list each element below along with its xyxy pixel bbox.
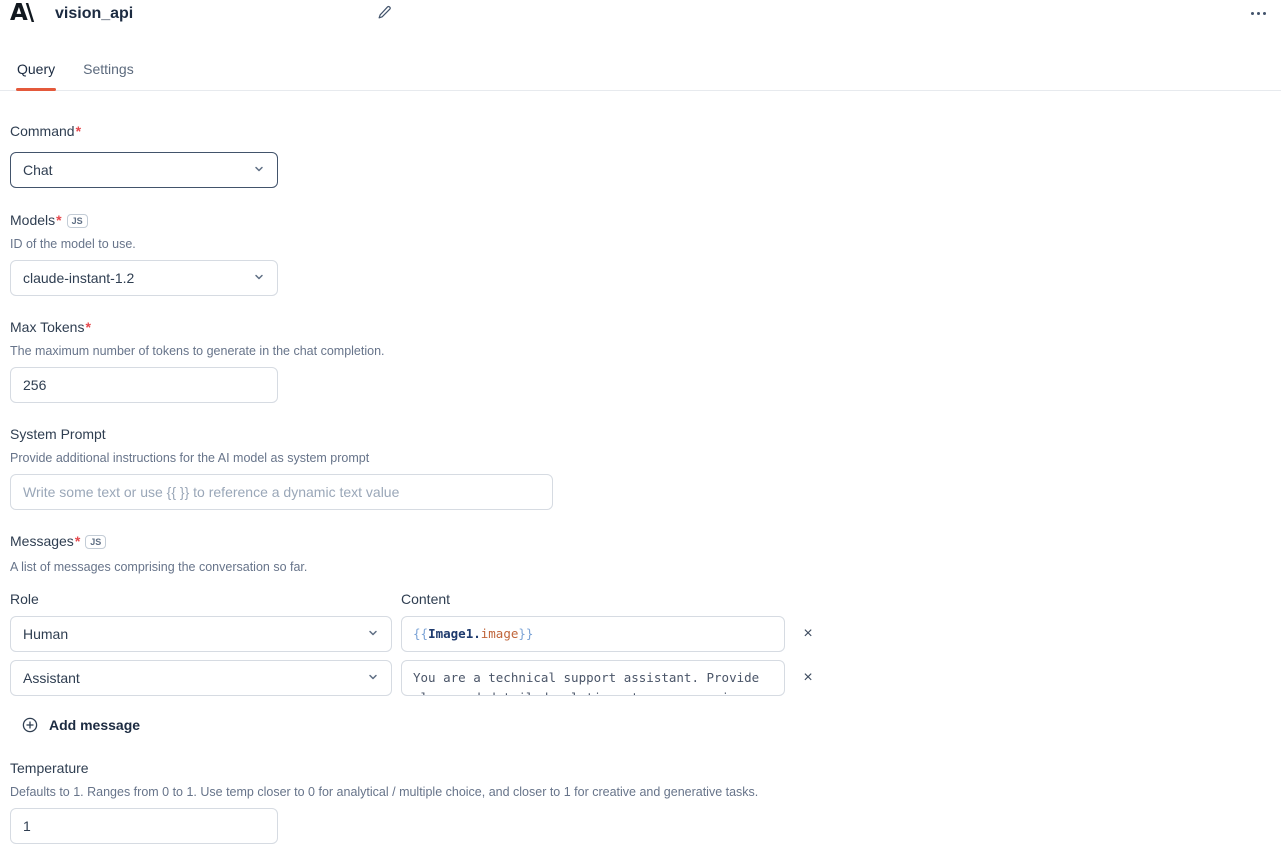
role-column-header: Role <box>10 591 392 607</box>
field-system-prompt: System Prompt Provide additional instruc… <box>10 426 1281 510</box>
messages-label: Messages <box>10 533 74 550</box>
required-marker: * <box>75 533 80 550</box>
field-command: Command* Chat <box>10 123 1281 188</box>
models-select[interactable]: claude-instant-1.2 <box>10 260 278 296</box>
js-badge: JS <box>85 535 106 549</box>
models-description: ID of the model to use. <box>10 237 1281 252</box>
page-title: vision_api <box>55 5 133 23</box>
message-role-value: Human <box>23 626 68 642</box>
chevron-down-icon <box>253 270 265 286</box>
field-messages: Messages* JS A list of messages comprisi… <box>10 533 1281 733</box>
system-prompt-label: System Prompt <box>10 426 106 443</box>
required-marker: * <box>56 212 61 229</box>
edit-title-button[interactable] <box>374 4 394 24</box>
required-marker: * <box>76 123 81 140</box>
max-tokens-description: The maximum number of tokens to generate… <box>10 344 1281 359</box>
js-badge: JS <box>67 214 88 228</box>
ellipsis-icon <box>1251 12 1254 15</box>
anthropic-logo: A\ <box>10 0 32 26</box>
tab-settings[interactable]: Settings <box>82 55 135 90</box>
remove-message-button[interactable]: × <box>803 670 812 686</box>
command-select[interactable]: Chat <box>10 152 278 188</box>
message-role-select[interactable]: Human <box>10 616 392 652</box>
field-models: Models* JS ID of the model to use. claud… <box>10 212 1281 296</box>
query-form: Command* Chat Models* JS ID of the model… <box>0 91 1281 844</box>
command-value: Chat <box>23 162 53 178</box>
temperature-label: Temperature <box>10 760 89 777</box>
system-prompt-input[interactable] <box>10 474 553 510</box>
chevron-down-icon <box>253 162 265 178</box>
max-tokens-label: Max Tokens <box>10 319 84 336</box>
message-content-input[interactable]: You are a technical support assistant. P… <box>401 660 785 696</box>
message-content-input[interactable]: {{Image1.image}} <box>401 616 785 652</box>
chevron-down-icon <box>367 670 379 686</box>
messages-description: A list of messages comprising the conver… <box>10 560 1281 575</box>
system-prompt-description: Provide additional instructions for the … <box>10 451 1281 466</box>
required-marker: * <box>85 319 90 336</box>
models-value: claude-instant-1.2 <box>23 270 134 286</box>
command-label: Command <box>10 123 75 140</box>
temperature-description: Defaults to 1. Ranges from 0 to 1. Use t… <box>10 785 1281 800</box>
add-message-label: Add message <box>49 717 140 733</box>
plus-circle-icon <box>22 717 38 733</box>
tab-bar: Query Settings <box>0 55 1281 91</box>
message-role-value: Assistant <box>23 670 80 686</box>
field-max-tokens: Max Tokens* The maximum number of tokens… <box>10 319 1281 403</box>
tab-query[interactable]: Query <box>16 55 56 90</box>
content-column-header: Content <box>401 591 785 607</box>
temperature-input[interactable] <box>10 808 278 844</box>
header: A\ vision_api <box>0 0 1281 28</box>
remove-message-button[interactable]: × <box>803 626 812 642</box>
chevron-down-icon <box>367 626 379 642</box>
overflow-menu-button[interactable] <box>1249 10 1268 17</box>
add-message-button[interactable]: Add message <box>22 717 140 733</box>
max-tokens-input[interactable] <box>10 367 278 403</box>
message-role-select[interactable]: Assistant <box>10 660 392 696</box>
models-label: Models <box>10 212 55 229</box>
pencil-icon <box>377 5 392 23</box>
